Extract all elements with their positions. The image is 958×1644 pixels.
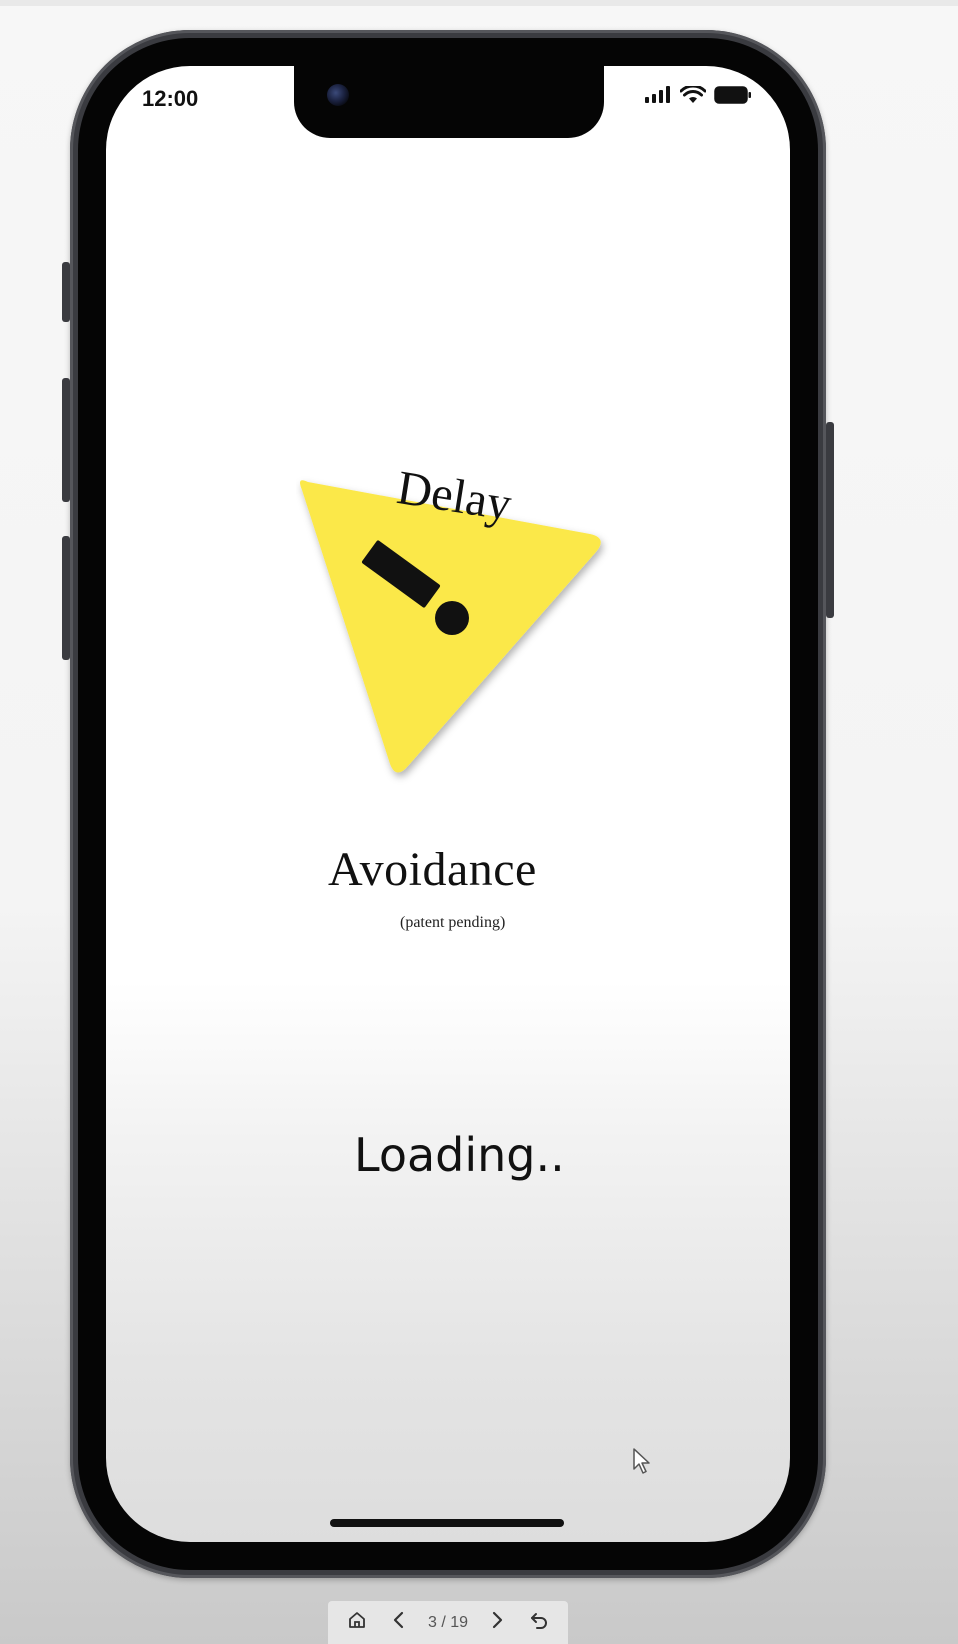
top-border [0,0,958,6]
home-indicator[interactable] [330,1519,564,1527]
volume-up-button [62,378,70,502]
status-icons [644,84,752,109]
status-time: 12:00 [142,86,199,111]
home-button[interactable] [343,1609,371,1637]
patent-note: (patent pending) [400,914,506,931]
restart-button[interactable] [525,1609,553,1637]
chevron-left-icon [391,1610,407,1635]
previous-slide-button[interactable] [385,1609,413,1637]
home-icon [347,1610,367,1635]
mouse-cursor-icon [632,1447,652,1480]
power-button [826,422,834,618]
page-indicator: 3 / 19 [427,1613,468,1631]
title-avoidance: Avoidance [328,843,537,896]
front-camera [327,84,349,106]
undo-icon [529,1610,549,1635]
volume-down-button [62,536,70,660]
loading-label: Loading.. [354,1128,565,1182]
next-slide-button[interactable] [483,1609,511,1637]
battery-icon [714,86,752,109]
wifi-icon [679,84,707,109]
presentation-toolbar: 3 / 19 [328,1601,568,1644]
mute-switch [62,262,70,322]
chevron-right-icon [489,1610,505,1635]
cellular-signal-icon [644,86,672,109]
